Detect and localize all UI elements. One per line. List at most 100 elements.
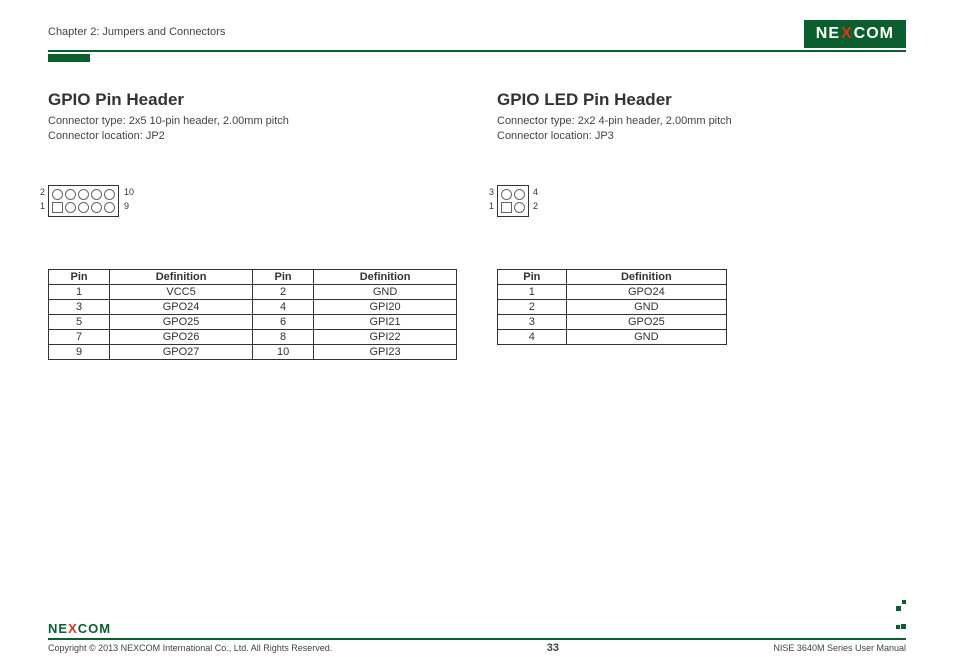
table-row: 2GND — [498, 299, 727, 314]
page-header: Chapter 2: Jumpers and Connectors NEXCOM — [48, 20, 906, 52]
table-row: 9GPO2710GPI23 — [49, 344, 457, 359]
table-cell: GPI22 — [314, 329, 457, 344]
table-cell: GPI23 — [314, 344, 457, 359]
manual-name: NISE 3640M Series User Manual — [773, 643, 906, 653]
footer-logo: NEXCOM — [48, 621, 111, 636]
content-columns: GPIO Pin Header Connector type: 2x5 10-p… — [48, 90, 906, 360]
table-cell: 9 — [49, 344, 110, 359]
pin-row-top — [500, 188, 526, 201]
diagram-label: 10 — [124, 187, 134, 197]
brand-x: X — [68, 621, 78, 636]
pin-circle — [65, 202, 76, 213]
diagram-label: 9 — [124, 201, 129, 211]
table-row: 5GPO256GPI21 — [49, 314, 457, 329]
right-conn-type: Connector type: 2x2 4-pin header, 2.00mm… — [497, 114, 906, 129]
corner-mark-icon — [895, 600, 906, 636]
pin-row-bot — [51, 201, 116, 214]
brand-post: COM — [78, 621, 111, 636]
pin-circle — [52, 189, 63, 200]
brand-post: COM — [854, 25, 894, 43]
accent-bar — [48, 54, 90, 62]
th-pin: Pin — [498, 269, 567, 284]
table-cell: 7 — [49, 329, 110, 344]
table-cell: GPO24 — [110, 299, 253, 314]
left-title: GPIO Pin Header — [48, 90, 457, 110]
pin-square — [501, 202, 512, 213]
table-cell: 2 — [252, 284, 313, 299]
brand-pre: NE — [48, 621, 68, 636]
page-footer: NEXCOM Copyright © 2013 NEXCOM Internati… — [48, 600, 906, 654]
brand-logo: NEXCOM — [804, 20, 906, 48]
right-connector-info: Connector type: 2x2 4-pin header, 2.00mm… — [497, 114, 906, 145]
pin-circle — [65, 189, 76, 200]
table-cell: 2 — [498, 299, 567, 314]
table-row: 4GND — [498, 329, 727, 344]
right-title: GPIO LED Pin Header — [497, 90, 906, 110]
pin-circle — [514, 202, 525, 213]
table-cell: 10 — [252, 344, 313, 359]
table-cell: GND — [566, 299, 726, 314]
pin-square — [52, 202, 63, 213]
table-row: 7GPO268GPI22 — [49, 329, 457, 344]
left-conn-loc: Connector location: JP2 — [48, 129, 457, 144]
pin-row-bot — [500, 201, 526, 214]
pin-circle — [104, 189, 115, 200]
th-def: Definition — [110, 269, 253, 284]
right-pin-diagram: 3 1 4 2 — [497, 185, 557, 217]
pin-circle — [78, 202, 89, 213]
th-pin: Pin — [49, 269, 110, 284]
pin-box — [497, 185, 529, 217]
pin-circle — [91, 189, 102, 200]
table-cell: GPO25 — [110, 314, 253, 329]
right-column: GPIO LED Pin Header Connector type: 2x2 … — [497, 90, 906, 360]
th-pin: Pin — [252, 269, 313, 284]
brand-x: X — [841, 25, 853, 43]
table-cell: 3 — [49, 299, 110, 314]
diagram-label: 4 — [533, 187, 538, 197]
table-cell: 1 — [498, 284, 567, 299]
right-pin-table: Pin Definition 1GPO242GND3GPO254GND — [497, 269, 727, 345]
pin-circle — [501, 189, 512, 200]
th-def: Definition — [314, 269, 457, 284]
table-header-row: Pin Definition — [498, 269, 727, 284]
diagram-label: 2 — [40, 187, 45, 197]
table-cell: 4 — [252, 299, 313, 314]
pin-circle — [514, 189, 525, 200]
page-number: 33 — [547, 642, 559, 654]
table-row: 1VCC52GND — [49, 284, 457, 299]
diagram-label: 3 — [489, 187, 494, 197]
table-cell: GPO25 — [566, 314, 726, 329]
table-cell: GND — [314, 284, 457, 299]
chapter-title: Chapter 2: Jumpers and Connectors — [48, 20, 225, 38]
pin-circle — [78, 189, 89, 200]
left-pin-table: Pin Definition Pin Definition 1VCC52GND3… — [48, 269, 457, 360]
table-cell: GND — [566, 329, 726, 344]
table-row: 3GPO25 — [498, 314, 727, 329]
copyright-text: Copyright © 2013 NEXCOM International Co… — [48, 643, 332, 653]
brand-pre: NE — [816, 25, 840, 43]
right-conn-loc: Connector location: JP3 — [497, 129, 906, 144]
pin-row-top — [51, 188, 116, 201]
diagram-label: 2 — [533, 201, 538, 211]
left-connector-info: Connector type: 2x5 10-pin header, 2.00m… — [48, 114, 457, 145]
th-def: Definition — [566, 269, 726, 284]
table-cell: 1 — [49, 284, 110, 299]
diagram-label: 1 — [40, 201, 45, 211]
left-conn-type: Connector type: 2x5 10-pin header, 2.00m… — [48, 114, 457, 129]
table-cell: GPI20 — [314, 299, 457, 314]
left-column: GPIO Pin Header Connector type: 2x5 10-p… — [48, 90, 457, 360]
pin-box — [48, 185, 119, 217]
table-cell: GPI21 — [314, 314, 457, 329]
pin-circle — [104, 202, 115, 213]
pin-circle — [91, 202, 102, 213]
table-cell: 6 — [252, 314, 313, 329]
table-cell: GPO24 — [566, 284, 726, 299]
table-row: 3GPO244GPI20 — [49, 299, 457, 314]
table-cell: VCC5 — [110, 284, 253, 299]
table-cell: 3 — [498, 314, 567, 329]
table-cell: 8 — [252, 329, 313, 344]
left-pin-diagram: 2 1 — [48, 185, 158, 217]
table-cell: 4 — [498, 329, 567, 344]
table-cell: GPO26 — [110, 329, 253, 344]
table-header-row: Pin Definition Pin Definition — [49, 269, 457, 284]
